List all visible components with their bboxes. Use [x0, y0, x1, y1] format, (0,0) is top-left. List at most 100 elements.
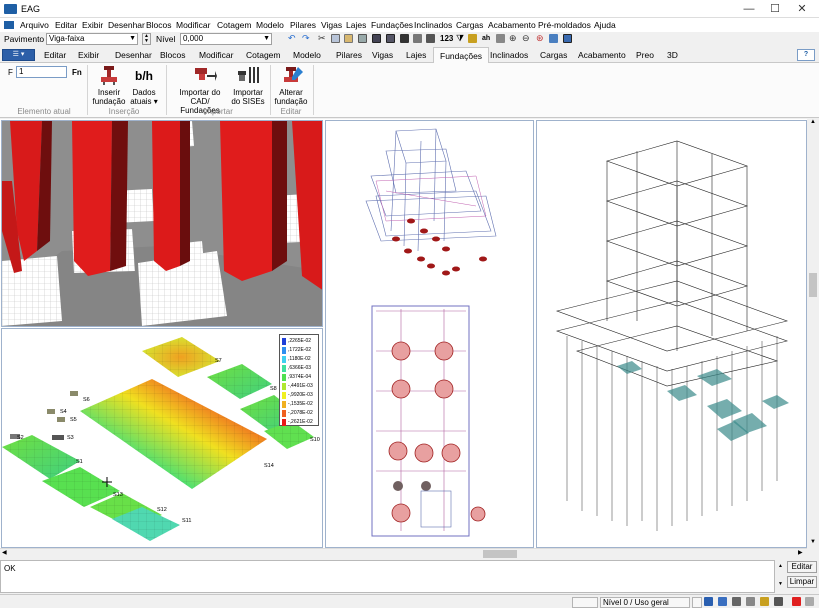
legend-value: -,1535E-02 [288, 401, 313, 407]
insert-foundation-button[interactable]: Inserir fundação [90, 88, 128, 106]
settings-icon[interactable] [805, 597, 814, 606]
tab-lajes[interactable]: Lajes [406, 50, 426, 60]
scroll-up-icon[interactable]: ▲ [807, 119, 819, 129]
command-scrollbar[interactable]: ▲ ▼ [776, 562, 785, 592]
displacement-canvas [2, 337, 314, 541]
wireframe-plan-view[interactable] [325, 120, 534, 548]
zoom-extents-icon[interactable] [549, 34, 558, 43]
menu-vigas[interactable]: Vigas [321, 20, 342, 30]
track-icon[interactable] [774, 597, 783, 606]
menu-fundacoes[interactable]: Fundações [371, 20, 413, 30]
snap-icon[interactable] [426, 34, 435, 43]
help-button[interactable]: ? [797, 49, 815, 61]
command-area[interactable]: OK [0, 560, 775, 593]
menu-exibir[interactable]: Exibir [82, 20, 103, 30]
filter-icon[interactable]: ⧩ [456, 34, 465, 43]
slab-label-s13: S13 [113, 492, 123, 498]
menu-blocos[interactable]: Blocos [146, 20, 172, 30]
minimize-button[interactable]: — [736, 0, 762, 18]
close-button[interactable]: ✕ [789, 0, 815, 18]
scroll-right-icon[interactable]: ▶ [798, 549, 803, 556]
tab-fundacoes[interactable]: Fundações [433, 47, 490, 64]
window-icon[interactable] [563, 34, 572, 43]
menu-desenhar[interactable]: Desenhar [108, 20, 145, 30]
undo-icon[interactable]: ↶ [288, 34, 297, 43]
editar-button[interactable]: Editar [787, 561, 817, 573]
tab-cargas[interactable]: Cargas [540, 50, 567, 60]
current-data-button[interactable]: Dados atuais ▾ [127, 88, 161, 106]
menu-ajuda[interactable]: Ajuda [594, 20, 616, 30]
horizontal-scroll-thumb[interactable] [483, 550, 517, 558]
zoom-window-icon[interactable]: ⊛ [536, 34, 545, 43]
scroll-down-icon[interactable]: ▼ [807, 539, 819, 549]
nivel-select[interactable]: 0,000 ▼ [180, 33, 272, 45]
cut-icon[interactable]: ✂ [318, 34, 327, 43]
scroll-left-icon[interactable]: ◀ [2, 549, 7, 556]
vertical-scrollbar[interactable]: ▲ ▼ [807, 119, 819, 550]
render-3d-view[interactable] [1, 120, 323, 327]
slab-label-s2: S2 [17, 435, 24, 441]
copy-icon[interactable] [331, 34, 340, 43]
layers-icon[interactable] [400, 34, 409, 43]
vertical-scroll-thumb[interactable] [809, 273, 817, 297]
menu-acabamento[interactable]: Acabamento [488, 20, 536, 30]
limpar-button[interactable]: Limpar [787, 576, 817, 588]
tab-blocos[interactable]: Blocos [160, 50, 186, 60]
tab-desenhar[interactable]: Desenhar [115, 50, 152, 60]
paste-icon[interactable] [344, 34, 353, 43]
zoom-out-icon[interactable]: ⊖ [522, 34, 531, 43]
menu-editar[interactable]: Editar [55, 20, 77, 30]
maximize-button[interactable]: ☐ [762, 0, 788, 18]
grid-icon[interactable] [413, 34, 422, 43]
ortho-icon[interactable] [704, 597, 713, 606]
lock-icon[interactable] [468, 34, 477, 43]
tab-pilares[interactable]: Pilares [336, 50, 362, 60]
tab-acabamento[interactable]: Acabamento [578, 50, 626, 60]
import-sises-button[interactable]: Importar do SISEs [230, 88, 266, 106]
menu-modelo[interactable]: Modelo [256, 20, 284, 30]
menu-pre-moldados[interactable]: Pré-moldados [538, 20, 591, 30]
print-icon[interactable] [358, 34, 367, 43]
system-menu-icon[interactable] [4, 21, 14, 29]
tab-exibir[interactable]: Exibir [78, 50, 99, 60]
tab-vigas[interactable]: Vigas [372, 50, 393, 60]
measure-icon[interactable] [496, 34, 505, 43]
polar-icon[interactable] [746, 597, 755, 606]
pavimento-select[interactable]: Viga-faixa ▼ [46, 33, 138, 45]
menu-lajes[interactable]: Lajes [346, 20, 366, 30]
snap-toggle-icon[interactable] [732, 597, 741, 606]
file-menu-button[interactable]: ☰ ▾ [2, 49, 35, 61]
legend-value: -,2621E-02 [288, 419, 313, 425]
save-icon[interactable] [372, 34, 381, 43]
menu-cargas[interactable]: Cargas [456, 20, 483, 30]
pavimento-spinner[interactable]: ▲ ▼ [142, 33, 151, 45]
numbering-button[interactable]: 123 [440, 34, 453, 43]
slab-label-s1: S1 [76, 459, 83, 465]
tab-inclinados[interactable]: Inclinados [490, 50, 528, 60]
legend-row: -,9920E-03 [282, 392, 313, 399]
menu-cotagem[interactable]: Cotagem [217, 20, 252, 30]
menu-inclinados[interactable]: Inclinados [414, 20, 452, 30]
displacement-plot-view[interactable]: S7 S6 S4 S5 S2 S3 S1 S8 S9 S10 S14 S13 S… [1, 328, 323, 548]
menu-arquivo[interactable]: Arquivo [20, 20, 49, 30]
menu-modificar[interactable]: Modificar [176, 20, 210, 30]
edit-foundation-button[interactable]: Alterar fundação [272, 88, 310, 106]
osnap-icon[interactable] [760, 597, 769, 606]
alert-icon[interactable] [792, 597, 801, 606]
tab-editar[interactable]: Editar [44, 50, 66, 60]
dimension-icon[interactable]: ah [482, 34, 491, 43]
tab-preo[interactable]: Preo [636, 50, 654, 60]
grid-toggle-icon[interactable] [718, 597, 727, 606]
element-number-input[interactable]: 1 [16, 66, 67, 78]
horizontal-scrollbar[interactable]: ◀ ▶ [0, 548, 807, 559]
tab-modificar[interactable]: Modificar [199, 50, 233, 60]
zoom-in-icon[interactable]: ⊕ [509, 34, 518, 43]
wireframe-3d-view[interactable] [536, 120, 807, 548]
save-all-icon[interactable] [386, 34, 395, 43]
tab-modelo[interactable]: Modelo [293, 50, 321, 60]
redo-icon[interactable]: ↷ [302, 34, 311, 43]
fn-button[interactable]: Fn [72, 68, 82, 77]
menu-pilares[interactable]: Pilares [290, 20, 316, 30]
tab-cotagem[interactable]: Cotagem [246, 50, 281, 60]
tab-3d[interactable]: 3D [667, 50, 678, 60]
